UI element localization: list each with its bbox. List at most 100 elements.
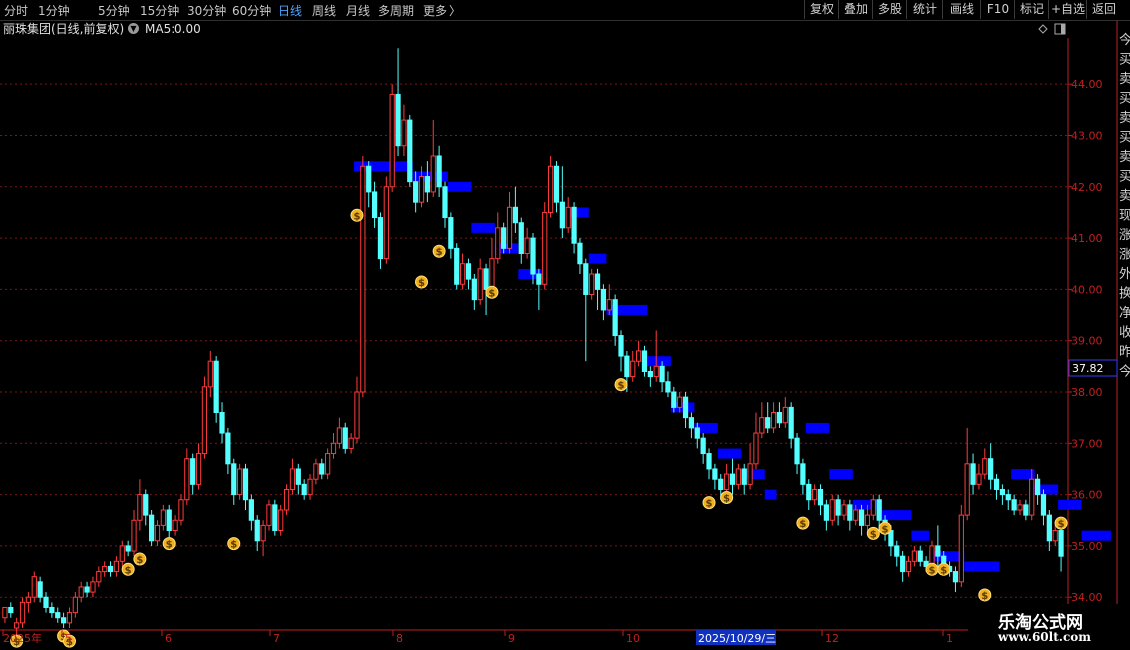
- candle-body: [565, 206, 571, 229]
- candle-body: [694, 427, 700, 439]
- candle-body: [1040, 494, 1047, 516]
- candle-body: [8, 606, 14, 614]
- f10-button[interactable]: F10: [980, 0, 1015, 19]
- candle-body: [753, 432, 759, 465]
- candle-body: [606, 299, 612, 311]
- panel-toggle-icon-fill: [1061, 24, 1065, 34]
- price-gridlines: [0, 83, 1068, 598]
- period-tab-daily[interactable]: 日线: [278, 2, 302, 19]
- candle-body: [413, 181, 419, 203]
- period-tab-timeshare[interactable]: 分时: [4, 2, 28, 19]
- cursor-date-label: 2025/10/29/三: [698, 632, 776, 645]
- period-tab-monthly[interactable]: 月线: [346, 2, 370, 19]
- watermark-url: www.60lt.com: [998, 630, 1091, 644]
- candle-body: [348, 437, 354, 449]
- candle-body: [201, 386, 208, 455]
- candle-body: [283, 488, 290, 511]
- ladder-step: [764, 489, 777, 500]
- candle-body: [624, 355, 630, 378]
- period-tab-15min[interactable]: 15分钟: [140, 2, 179, 19]
- price-tick-label: 42.00: [1071, 181, 1103, 194]
- time-tick-label: 2025年: [3, 631, 42, 645]
- panel-toggle-icons[interactable]: [1038, 23, 1066, 35]
- candle-body: [436, 155, 442, 188]
- right-panel-char: 买: [1119, 131, 1130, 146]
- candle-body: [988, 458, 994, 480]
- candle-body: [688, 417, 695, 429]
- ladder-step: [606, 304, 648, 315]
- candle-body: [442, 186, 448, 219]
- period-tab-1min[interactable]: 1分钟: [38, 2, 70, 19]
- candle-body: [260, 524, 266, 542]
- candle-body: [395, 93, 401, 147]
- candle-body: [119, 545, 125, 562]
- ladder-step: [647, 356, 671, 367]
- diamond-icon[interactable]: [1038, 24, 1048, 34]
- period-tab-60min[interactable]: 60分钟: [232, 2, 271, 19]
- add-watchlist-button[interactable]: +自选: [1048, 0, 1087, 19]
- candle-body: [272, 504, 278, 532]
- period-tab-more[interactable]: 更多: [423, 2, 447, 19]
- chevron-right-icon[interactable]: 〉: [449, 2, 461, 19]
- right-panel-char: 现: [1119, 209, 1130, 224]
- candle-body: [812, 488, 818, 501]
- stock-name: 丽珠集团(日线,前复权): [3, 22, 125, 36]
- mark-button[interactable]: 标记: [1014, 0, 1049, 19]
- stats-button[interactable]: 统计: [906, 0, 943, 19]
- money-bag-symbol: $: [799, 519, 806, 530]
- candle-body: [641, 350, 648, 372]
- candle-body: [806, 483, 812, 501]
- money-bag-symbol: $: [882, 524, 889, 535]
- candle-body: [266, 504, 272, 526]
- candle-body: [665, 381, 671, 393]
- period-tab-weekly[interactable]: 周线: [312, 2, 336, 19]
- time-tick-label: 9: [508, 632, 515, 645]
- candle-body: [952, 571, 959, 583]
- candle-body: [483, 268, 489, 290]
- candle-body: [219, 412, 225, 434]
- back-button[interactable]: 返回: [1086, 0, 1121, 19]
- right-panel-char: 收: [1119, 326, 1130, 341]
- candle-body: [905, 560, 912, 573]
- candle-body: [84, 586, 90, 593]
- adjust-button[interactable]: 复权: [804, 0, 839, 19]
- time-tick-label: 7: [273, 632, 280, 645]
- candle-body: [700, 437, 706, 455]
- kline-chart[interactable]: $ $$$$$ $$$$$$$ $$$ $$ $$$ 44.0043.0042.0041.…: [0, 0, 1130, 650]
- candle-body: [371, 191, 378, 219]
- candle-body: [759, 417, 765, 434]
- money-bag-symbol: $: [706, 499, 713, 510]
- draw-line-button[interactable]: 画线: [942, 0, 981, 19]
- price-tick-label: 35.00: [1071, 540, 1103, 553]
- multi-stock-button[interactable]: 多股: [872, 0, 907, 19]
- current-price-label: 37.82: [1072, 362, 1104, 375]
- candle-body: [360, 165, 366, 393]
- candle-body: [14, 622, 20, 629]
- candle-body: [612, 299, 618, 337]
- period-tab-5min[interactable]: 5分钟: [98, 2, 130, 19]
- candle-body: [19, 601, 26, 624]
- candle-body: [800, 463, 806, 485]
- money-bag-symbol: $: [230, 540, 237, 551]
- candle-body: [1046, 514, 1052, 542]
- candle-body: [454, 247, 460, 285]
- candle-body: [964, 463, 970, 516]
- overlay-button[interactable]: 叠加: [838, 0, 873, 19]
- period-tab-multi[interactable]: 多周期: [378, 2, 414, 19]
- candle-body: [60, 617, 67, 624]
- candle-body: [993, 478, 1000, 490]
- candle-body: [248, 499, 254, 521]
- indicator-dropdown-icon[interactable]: ▼: [128, 23, 139, 34]
- candle-body: [471, 278, 477, 301]
- candle-body: [594, 273, 601, 290]
- candle-body: [336, 427, 342, 444]
- period-tab-30min[interactable]: 30分钟: [187, 2, 226, 19]
- candle-body: [1052, 530, 1058, 542]
- money-bag-symbol: $: [488, 288, 495, 299]
- candle-body: [495, 227, 501, 260]
- money-bag-symbol: $: [870, 529, 877, 540]
- candle-body: [976, 473, 982, 485]
- ma5-label: MA5:: [145, 22, 176, 36]
- ladder-step: [882, 510, 912, 521]
- price-tick-label: 44.00: [1071, 78, 1103, 91]
